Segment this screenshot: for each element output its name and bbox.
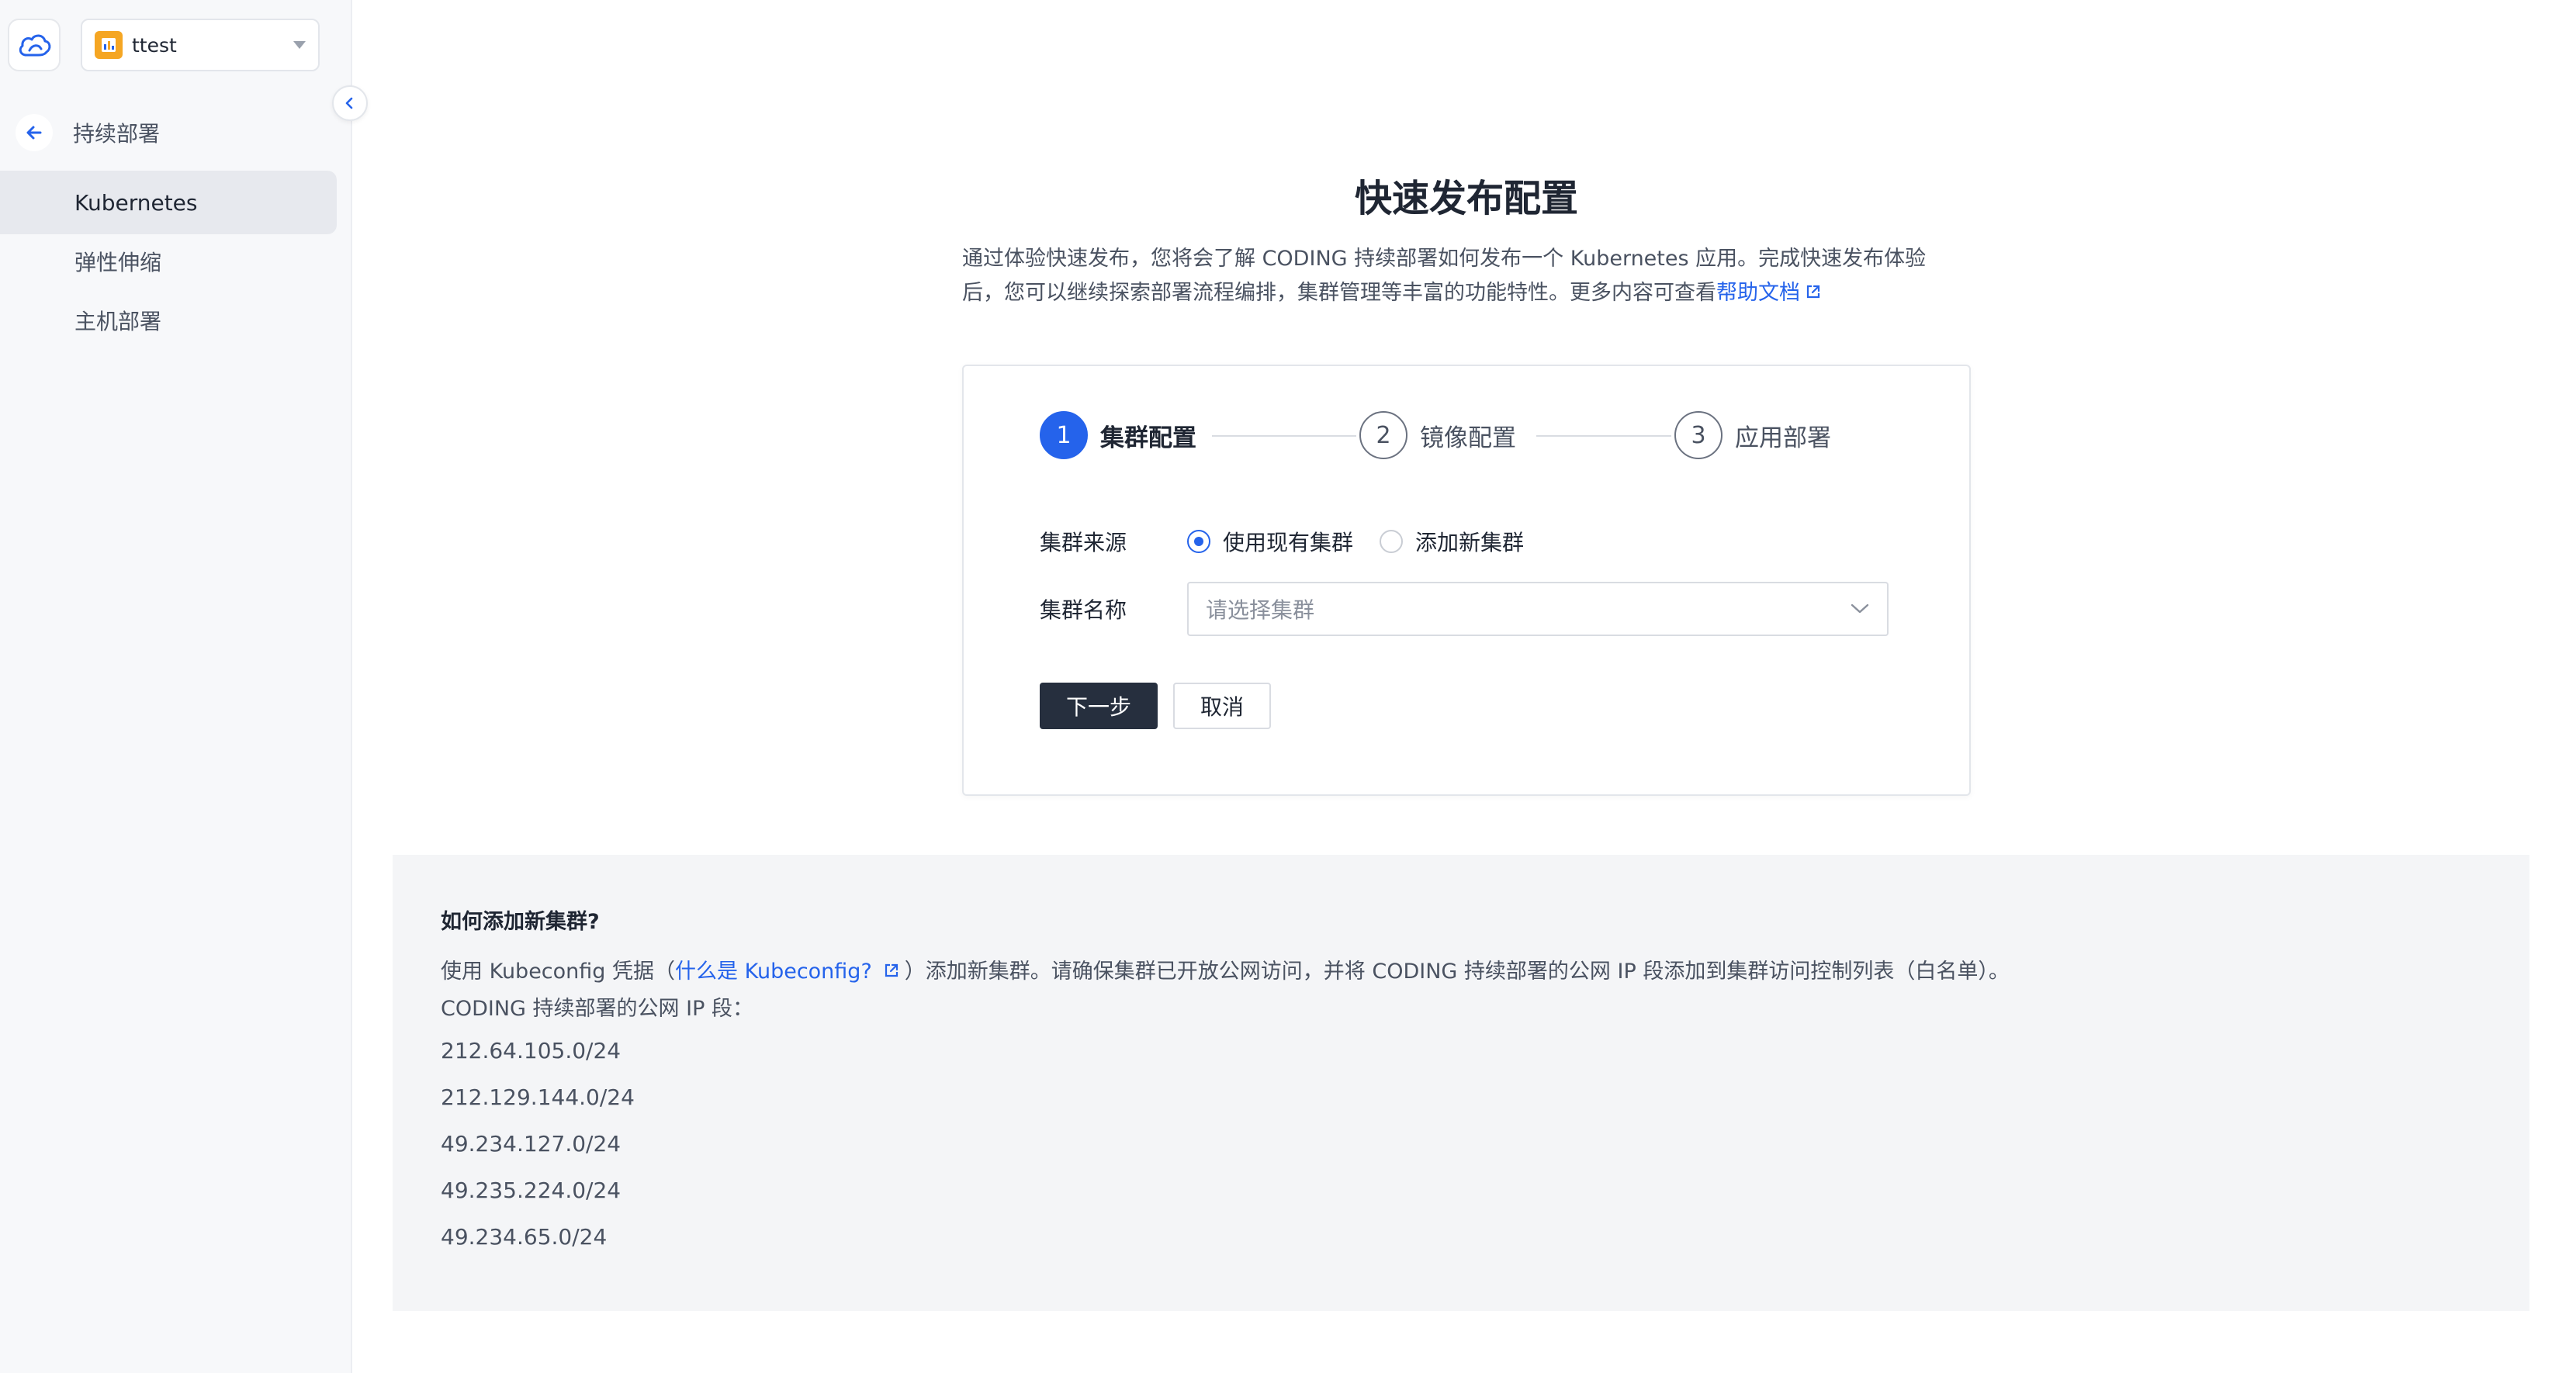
config-card: 1 集群配置 2 镜像配置 3 应用部署 集群来源 使用现有集群 添加新集群 集… [962, 365, 1971, 796]
ip-range: 49.235.224.0/24 [441, 1178, 621, 1203]
back-label: 持续部署 [73, 121, 161, 147]
external-link-icon[interactable] [883, 960, 900, 984]
help-panel-title: 如何添加新集群? [441, 910, 600, 934]
step-number: 2 [1359, 411, 1407, 459]
chevron-left-icon [345, 97, 353, 109]
back-nav[interactable]: 持续部署 [16, 113, 160, 152]
radio-new-cluster[interactable]: 添加新集群 [1380, 526, 1524, 557]
radio-existing-cluster[interactable]: 使用现有集群 [1187, 526, 1353, 557]
external-link-icon[interactable] [1805, 277, 1822, 311]
project-icon [95, 31, 123, 59]
cluster-source-row: 集群来源 使用现有集群 添加新集群 [1040, 526, 1550, 557]
collapse-sidebar-button[interactable] [332, 85, 368, 121]
cluster-source-label: 集群来源 [1040, 530, 1127, 555]
step-1: 1 集群配置 [1040, 411, 1196, 459]
sidebar: ttest 持续部署 Kubernetes 弹性伸缩 主机部署 [0, 0, 352, 1373]
form-actions: 下一步 取消 [1040, 683, 1271, 729]
step-number: 1 [1040, 411, 1088, 459]
step-3: 3 应用部署 [1674, 411, 1831, 459]
sidebar-item-label: 主机部署 [74, 309, 162, 334]
step-label: 集群配置 [1100, 424, 1196, 452]
kubeconfig-link[interactable]: 什么是 Kubeconfig? [675, 960, 872, 984]
chevron-down-icon [293, 41, 306, 49]
cancel-button[interactable]: 取消 [1173, 683, 1271, 729]
page-title: 快速发布配置 [1354, 177, 1578, 220]
ip-range: 49.234.65.0/24 [441, 1224, 608, 1250]
page-description: 通过体验快速发布，您将会了解 CODING 持续部署如何发布一个 Kuberne… [962, 242, 1986, 311]
add-cluster-help-panel: 如何添加新集群? 使用 Kubeconfig 凭据（什么是 Kubeconfig… [393, 855, 2529, 1311]
radio-label: 添加新集群 [1415, 530, 1525, 555]
sidebar-item-label: Kubernetes [74, 189, 198, 216]
stepper: 1 集群配置 2 镜像配置 3 应用部署 [1040, 411, 1909, 461]
radio-label: 使用现有集群 [1223, 530, 1354, 555]
step-2: 2 镜像配置 [1359, 411, 1516, 459]
description-line-2: 后，您可以继续探索部署流程编排，集群管理等丰富的功能特性。更多内容可查看帮助文档 [962, 276, 1986, 311]
sidebar-item-kubernetes[interactable]: Kubernetes [0, 171, 337, 234]
help-panel-line-2: CODING 持续部署的公网 IP 段： [441, 997, 753, 1021]
step-label: 镜像配置 [1420, 424, 1516, 452]
sidebar-item-autoscaling[interactable]: 弹性伸缩 [0, 230, 337, 293]
project-selector[interactable]: ttest [81, 19, 320, 71]
sidebar-item-label: 弹性伸缩 [74, 250, 162, 275]
cloud-logo-icon[interactable] [8, 19, 61, 71]
chevron-down-icon [1851, 603, 1869, 614]
ip-range: 49.234.127.0/24 [441, 1131, 621, 1157]
next-step-button[interactable]: 下一步 [1040, 683, 1158, 729]
ip-range: 212.129.144.0/24 [441, 1084, 635, 1110]
cluster-name-label: 集群名称 [1040, 597, 1127, 623]
cluster-name-row: 集群名称 请选择集群 [1040, 582, 1889, 636]
step-number: 3 [1674, 411, 1723, 459]
step-label: 应用部署 [1735, 424, 1831, 452]
radio-checked-icon[interactable] [1187, 530, 1210, 553]
help-panel-line-1: 使用 Kubeconfig 凭据（什么是 Kubeconfig? ）添加新集群。… [441, 960, 2010, 984]
radio-unchecked-icon[interactable] [1380, 530, 1404, 553]
project-name: ttest [132, 33, 177, 57]
cluster-select-placeholder: 请选择集群 [1206, 597, 1315, 623]
help-doc-link[interactable]: 帮助文档 [1716, 281, 1800, 305]
arrow-left-icon[interactable] [16, 114, 53, 151]
cluster-select[interactable]: 请选择集群 [1187, 582, 1889, 636]
description-line-1: 通过体验快速发布，您将会了解 CODING 持续部署如何发布一个 Kuberne… [962, 247, 1927, 271]
sidebar-item-host-deploy[interactable]: 主机部署 [0, 289, 337, 352]
step-divider [1536, 435, 1671, 437]
step-divider [1212, 435, 1356, 437]
ip-range: 212.64.105.0/24 [441, 1038, 621, 1063]
